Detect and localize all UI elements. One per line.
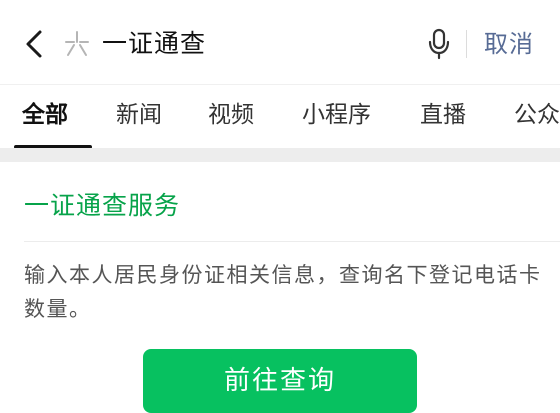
tab-video[interactable]: 视频	[208, 99, 254, 131]
back-button[interactable]	[14, 24, 54, 64]
tab-news[interactable]: 新闻	[116, 99, 162, 131]
service-description: 输入本人居民身份证相关信息，查询名下登记电话卡数量。	[24, 263, 542, 321]
service-title[interactable]: 一证通查服务	[24, 188, 180, 224]
go-query-button[interactable]: 前往查询	[143, 349, 417, 413]
cancel-button[interactable]: 取消	[484, 26, 534, 62]
search-header: 一证通查 取消	[0, 0, 560, 84]
sparkle-search-icon	[62, 29, 92, 59]
service-result-card: 一证通查服务 输入本人居民身份证相关信息，查询名下登记电话卡数量。 前往查询	[0, 162, 560, 413]
search-input[interactable]: 一证通查	[102, 26, 206, 62]
section-separator	[0, 148, 560, 162]
tab-live[interactable]: 直播	[420, 99, 466, 131]
filter-tabs: 全部 新闻 视频 小程序 直播 公众号	[0, 84, 560, 149]
header-divider	[466, 30, 467, 58]
tab-all[interactable]: 全部	[22, 99, 68, 131]
microphone-icon	[428, 28, 450, 60]
chevron-left-icon	[26, 30, 42, 58]
tab-mini-program[interactable]: 小程序	[302, 99, 371, 131]
card-divider	[24, 241, 560, 242]
microphone-button[interactable]	[422, 26, 456, 62]
tab-official-account[interactable]: 公众号	[514, 99, 560, 131]
